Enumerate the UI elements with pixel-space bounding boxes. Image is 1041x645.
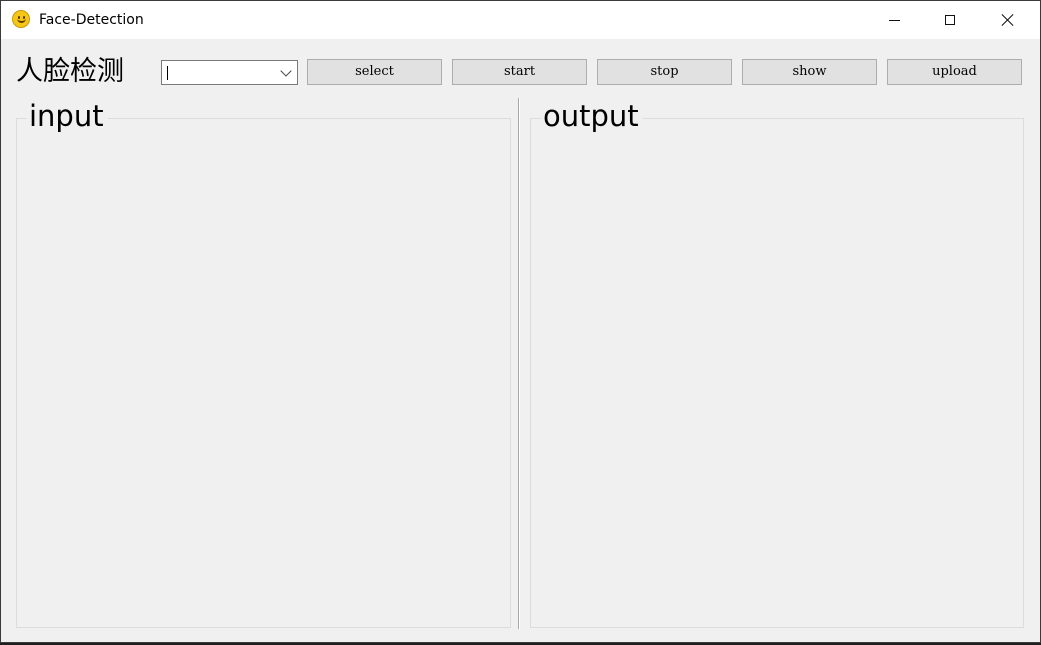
upload-button[interactable]: upload (887, 59, 1022, 85)
minimize-icon (888, 19, 900, 21)
stop-button[interactable]: stop (597, 59, 732, 85)
maximize-button[interactable] (927, 1, 973, 39)
app-window: Face-Detection 人脸检测 select start stop sh… (0, 0, 1041, 643)
output-panel-title: output (541, 97, 643, 135)
window-title: Face-Detection (39, 12, 144, 28)
source-combobox[interactable] (161, 60, 298, 85)
output-panel (530, 118, 1024, 628)
input-panel-title: input (27, 97, 108, 135)
show-button[interactable]: show (742, 59, 877, 85)
text-cursor (167, 66, 168, 80)
minimize-button[interactable] (871, 1, 917, 39)
input-panel (16, 118, 511, 628)
smiley-face-icon (12, 10, 30, 28)
start-button[interactable]: start (452, 59, 587, 85)
app-icon-mouth (17, 18, 26, 23)
panel-splitter[interactable] (518, 98, 520, 629)
select-button[interactable]: select (307, 59, 442, 85)
page-heading: 人脸检测 (16, 56, 124, 87)
close-icon (1001, 13, 1015, 27)
close-button[interactable] (985, 1, 1031, 39)
maximize-icon (945, 15, 955, 25)
title-bar[interactable]: Face-Detection (1, 1, 1040, 39)
chevron-down-icon[interactable] (280, 65, 292, 77)
